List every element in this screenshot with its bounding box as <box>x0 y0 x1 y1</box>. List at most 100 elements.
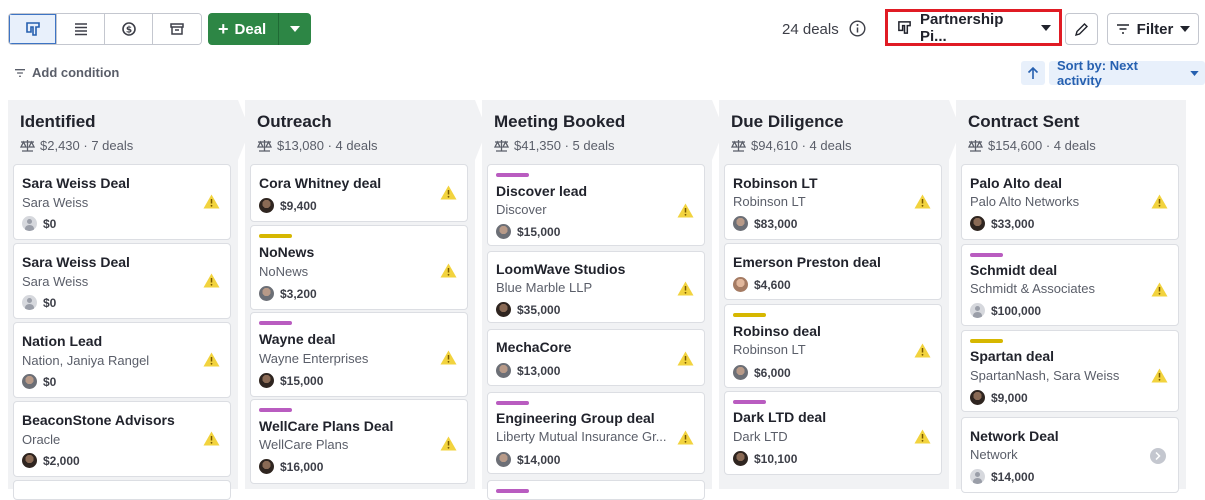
filter-button[interactable]: Filter <box>1107 13 1199 45</box>
archive-icon <box>170 23 184 35</box>
deal-card[interactable]: BeaconStone Advisors Oracle $2,000 <box>13 401 231 477</box>
deal-value: $9,400 <box>259 198 317 213</box>
info-icon[interactable] <box>849 20 866 37</box>
list-view-button[interactable] <box>57 14 105 44</box>
deal-value-text: $2,000 <box>43 453 80 468</box>
filter-label: Filter <box>1136 20 1174 38</box>
deal-card[interactable]: Cora Whitney deal $9,400 <box>250 164 468 222</box>
archive-view-button[interactable] <box>153 14 201 44</box>
deal-value: $2,000 <box>22 453 80 468</box>
deal-name: Engineering Group deal <box>496 410 655 426</box>
forecast-view-button[interactable]: $ <box>105 14 153 44</box>
deal-card[interactable]: Schmidt deal Schmidt & Associates $100,0… <box>961 244 1179 326</box>
pipeline-name: Partnership Pi... <box>920 10 1004 45</box>
warning-icon[interactable] <box>677 430 694 445</box>
deal-card[interactable]: MechaCore $13,000 <box>487 329 705 386</box>
deal-card[interactable]: Nation Lead Nation, Janiya Rangel $0 <box>13 322 231 398</box>
label-tag <box>970 253 1003 257</box>
deal-name: BeaconStone Advisors <box>22 412 175 428</box>
sort-direction-button[interactable] <box>1021 61 1045 85</box>
deal-card[interactable]: NoNews NoNews $3,200 <box>250 225 468 310</box>
avatar <box>496 452 511 467</box>
warning-icon[interactable] <box>440 350 457 365</box>
deal-card[interactable]: LoomWave Studios Blue Marble LLP $35,000 <box>487 251 705 323</box>
warning-icon[interactable] <box>440 185 457 200</box>
warning-icon[interactable] <box>914 194 931 209</box>
sort-by-dropdown[interactable]: Sort by: Next activity <box>1049 58 1205 88</box>
deal-value: $0 <box>22 295 56 310</box>
deal-card[interactable]: Sara Weiss Deal Sara Weiss $0 <box>13 243 231 319</box>
deal-name: Dark LTD deal <box>733 409 827 425</box>
warning-icon[interactable] <box>677 351 694 366</box>
pipeline-view-button[interactable] <box>9 14 57 44</box>
warning-icon[interactable] <box>203 431 220 446</box>
warning-icon[interactable] <box>677 281 694 296</box>
avatar <box>22 453 37 468</box>
edit-pipeline-button[interactable] <box>1065 13 1098 45</box>
deal-card[interactable]: Palo Alto deal Palo Alto Networks $33,00… <box>961 164 1179 240</box>
pipeline-selector[interactable]: Partnership Pi... <box>885 9 1062 46</box>
deal-name: Nation Lead <box>22 333 103 349</box>
deal-org: Blue Marble LLP <box>496 280 593 295</box>
add-deal-button[interactable]: + Deal <box>208 13 280 45</box>
deal-name: WellCare Plans Deal <box>259 418 394 434</box>
warning-icon[interactable] <box>440 436 457 451</box>
warning-icon[interactable] <box>677 203 694 218</box>
chevron-down-icon <box>1041 24 1051 31</box>
deal-org: Palo Alto Networks <box>970 194 1080 209</box>
warning-icon[interactable] <box>203 273 220 288</box>
deal-card[interactable] <box>13 480 231 500</box>
avatar <box>496 302 511 317</box>
avatar <box>970 303 985 318</box>
deal-card[interactable]: Network Deal Network $14,000 <box>961 417 1179 493</box>
deal-card[interactable]: Spartan deal SpartanNash, Sara Weiss $9,… <box>961 330 1179 412</box>
avatar <box>733 216 748 231</box>
warning-icon[interactable] <box>914 343 931 358</box>
stage-summary: $94,610 · 4 deals <box>731 138 851 153</box>
pipeline-view-icon <box>25 22 40 36</box>
avatar <box>496 363 511 378</box>
deal-card[interactable]: Emerson Preston deal $4,600 <box>724 243 942 300</box>
deal-value: $16,000 <box>259 459 323 474</box>
deal-card[interactable]: Robinso deal Robinson LT $6,000 <box>724 304 942 388</box>
scale-icon <box>968 140 983 152</box>
stage-summary: $2,430 · 7 deals <box>20 138 133 153</box>
label-tag <box>259 321 292 325</box>
add-deal-dropdown[interactable] <box>279 13 312 45</box>
deals-count: 24 deals <box>782 21 839 38</box>
warning-icon[interactable] <box>1151 282 1168 297</box>
warning-icon[interactable] <box>203 194 220 209</box>
deal-card[interactable]: Robinson LT Robinson LT $83,000 <box>724 164 942 240</box>
avatar <box>970 216 985 231</box>
list-view-icon <box>74 23 87 36</box>
stage-summary: $154,600 · 4 deals <box>968 138 1096 153</box>
warning-icon[interactable] <box>203 352 220 367</box>
deal-card[interactable]: Engineering Group deal Liberty Mutual In… <box>487 392 705 474</box>
warning-icon[interactable] <box>914 429 931 444</box>
deal-org: Nation, Janiya Rangel <box>22 353 150 368</box>
deal-card[interactable]: Wayne deal Wayne Enterprises $15,000 <box>250 312 468 397</box>
warning-icon[interactable] <box>1151 194 1168 209</box>
avatar <box>733 451 748 466</box>
deal-value-text: $14,000 <box>517 452 561 467</box>
deal-card[interactable]: Discover lead Discover $15,000 <box>487 164 705 246</box>
warning-icon[interactable] <box>440 263 457 278</box>
deal-value-text: $100,000 <box>991 303 1042 318</box>
deal-value-text: $3,200 <box>280 286 317 301</box>
chevron-right-icon[interactable] <box>1150 448 1166 464</box>
deal-card[interactable] <box>487 480 705 500</box>
stage-summary: $13,080 · 4 deals <box>257 138 377 153</box>
deal-value-text: $33,000 <box>991 216 1035 231</box>
deal-value: $33,000 <box>970 216 1034 231</box>
avatar <box>22 374 37 389</box>
deal-card[interactable]: Sara Weiss Deal Sara Weiss $0 <box>13 164 231 240</box>
deal-org: Oracle <box>22 432 61 447</box>
add-condition-label: Add condition <box>32 65 120 80</box>
chevron-down-icon <box>290 26 301 32</box>
deal-card[interactable]: Dark LTD deal Dark LTD $10,100 <box>724 391 942 475</box>
label-tag <box>496 401 529 405</box>
deal-card[interactable]: WellCare Plans Deal WellCare Plans $16,0… <box>250 399 468 484</box>
warning-icon[interactable] <box>1151 368 1168 383</box>
add-condition-button[interactable]: Add condition <box>14 65 119 80</box>
stage-summary-text: $41,350 · 5 deals <box>514 138 615 153</box>
